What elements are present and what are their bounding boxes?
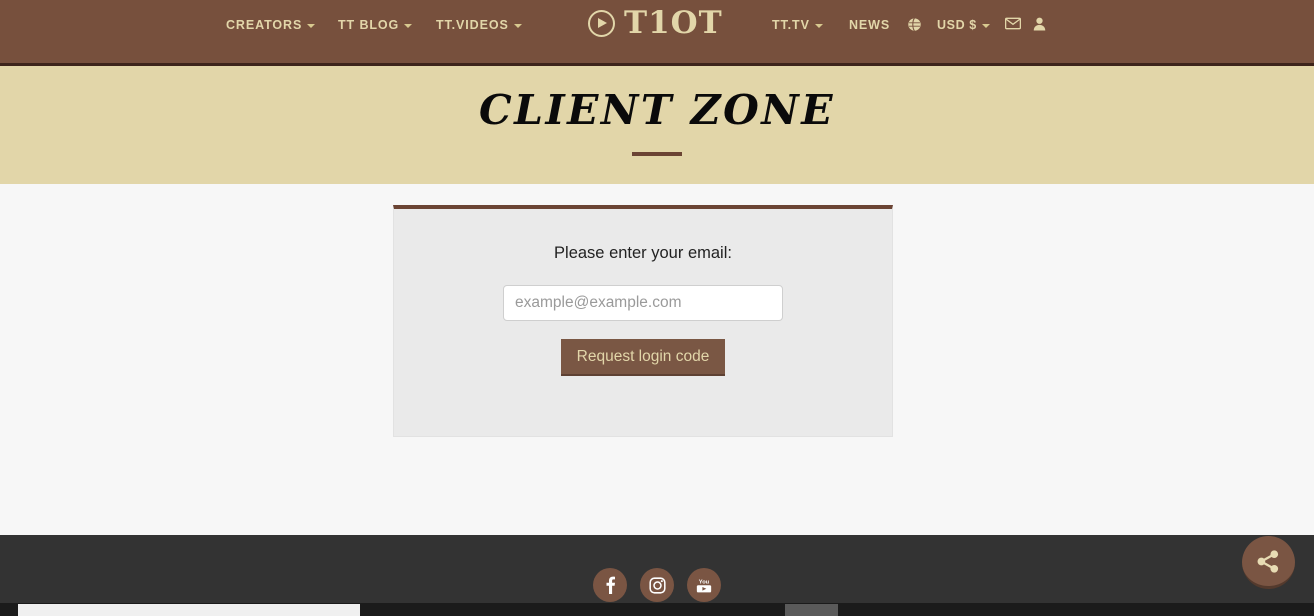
- play-circle-icon: [588, 10, 615, 37]
- title-divider: [632, 152, 682, 156]
- facebook-icon: [606, 576, 615, 594]
- nav-item-tt-tv[interactable]: TT.TV: [772, 17, 823, 33]
- horizontal-scrollbar[interactable]: [0, 603, 1314, 616]
- nav-item-tt-videos[interactable]: TT.VIDEOS: [436, 17, 522, 33]
- top-navigation-bar: CREATORS TT BLOG TT.VIDEOS T1OT TT.TV NE: [0, 0, 1314, 66]
- globe-icon[interactable]: [907, 17, 922, 32]
- nav-item-news-label: NEWS: [849, 18, 891, 32]
- page-root: CREATORS TT BLOG TT.VIDEOS T1OT TT.TV NE: [0, 0, 1314, 616]
- share-icon: [1257, 549, 1279, 573]
- chevron-down-icon: [513, 24, 522, 28]
- email-input[interactable]: [503, 285, 783, 321]
- envelope-icon[interactable]: [1005, 17, 1021, 30]
- chevron-down-icon: [814, 24, 823, 28]
- nav-item-creators[interactable]: CREATORS: [226, 17, 316, 33]
- page-title: CLIENT ZONE: [478, 86, 836, 134]
- chevron-down-icon: [307, 24, 316, 28]
- request-login-code-button[interactable]: Request login code: [560, 339, 726, 376]
- nav-item-tt-blog-label: TT BLOG: [338, 18, 400, 32]
- social-link-youtube[interactable]: You: [687, 568, 721, 602]
- nav-inner: CREATORS TT BLOG TT.VIDEOS T1OT TT.TV NE: [0, 0, 1314, 66]
- currency-selector[interactable]: USD $: [937, 17, 990, 33]
- login-card: Please enter your email: Request login c…: [393, 205, 893, 437]
- nav-item-tt-videos-label: TT.VIDEOS: [436, 18, 509, 32]
- user-icon[interactable]: [1033, 17, 1046, 31]
- social-link-facebook[interactable]: [593, 568, 627, 602]
- page-banner: CLIENT ZONE: [0, 66, 1314, 184]
- instagram-icon: [648, 576, 666, 594]
- nav-item-tt-tv-label: TT.TV: [772, 18, 810, 32]
- chevron-down-icon: [404, 24, 413, 28]
- main-content: Please enter your email: Request login c…: [0, 184, 1314, 535]
- site-logo[interactable]: T1OT: [588, 8, 723, 39]
- nav-item-creators-label: CREATORS: [226, 18, 303, 32]
- nav-item-tt-blog[interactable]: TT BLOG: [338, 17, 413, 33]
- chevron-down-icon: [981, 24, 990, 28]
- email-label: Please enter your email:: [554, 244, 732, 262]
- nav-item-news[interactable]: NEWS: [849, 17, 890, 33]
- currency-selector-label: USD $: [937, 18, 977, 32]
- scrollbar-segment[interactable]: [785, 604, 838, 616]
- social-link-instagram[interactable]: [640, 568, 674, 602]
- share-floating-button[interactable]: [1242, 536, 1295, 589]
- scrollbar-thumb[interactable]: [18, 604, 360, 616]
- youtube-icon: You: [696, 579, 712, 592]
- svg-text:You: You: [699, 579, 710, 585]
- site-logo-text: T1OT: [624, 5, 723, 41]
